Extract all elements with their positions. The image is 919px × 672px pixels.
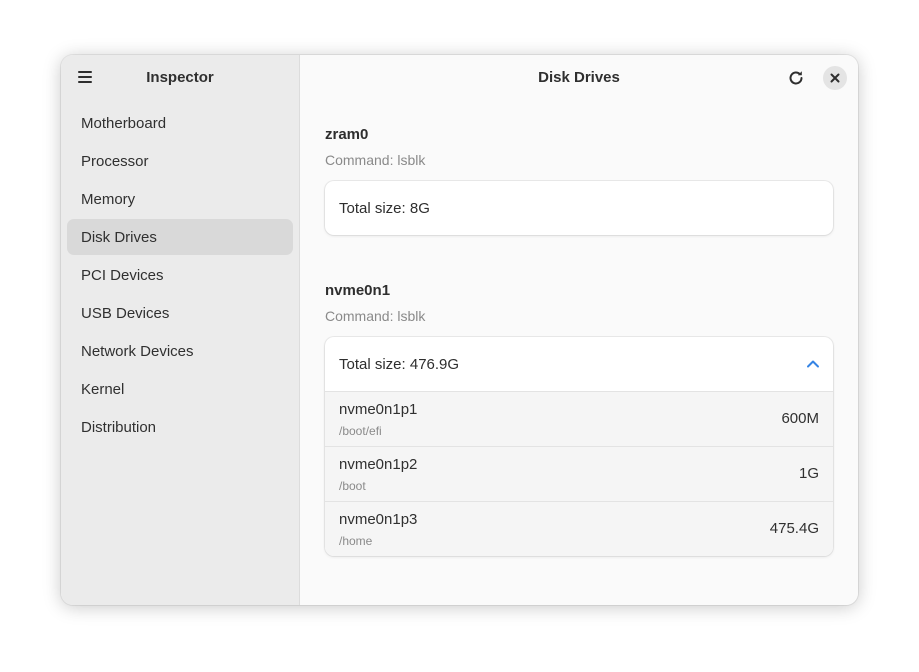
- partition-size: 600M: [781, 410, 819, 427]
- partition-mount: /boot/efi: [339, 424, 382, 438]
- partition-row: nvme0n1p3 /home 475.4G: [325, 501, 833, 556]
- sidebar-item-kernel[interactable]: Kernel: [67, 371, 293, 407]
- drive-card: Total size: 8G: [325, 181, 833, 235]
- main-panel: Disk Drives zram0 Command: lsblk Total s…: [300, 55, 858, 605]
- drive-card: Total size: 476.9G nvme0n1p1 /boot/efi 6…: [325, 337, 833, 556]
- partition-name: nvme0n1p2: [339, 456, 418, 473]
- drive-command: Command: lsblk: [325, 152, 426, 168]
- close-button[interactable]: [823, 66, 847, 90]
- partition-row: nvme0n1p2 /boot 1G: [325, 446, 833, 501]
- drive-name: nvme0n1: [325, 282, 391, 299]
- partition-mount: /home: [339, 534, 373, 548]
- partition-row: nvme0n1p1 /boot/efi 600M: [325, 391, 833, 446]
- app-window: Inspector Motherboard Processor Memory D…: [61, 55, 858, 605]
- total-size-row: Total size: 8G: [325, 181, 833, 235]
- drive-section-zram0: zram0 Command: lsblk Total size: 8G: [325, 125, 833, 235]
- drives-list: zram0 Command: lsblk Total size: 8G nvme…: [325, 125, 833, 602]
- sidebar-item-memory[interactable]: Memory: [67, 181, 293, 217]
- partition-size: 1G: [798, 465, 819, 482]
- total-size-label: Total size: 8G: [339, 199, 430, 217]
- total-size-expander-row[interactable]: Total size: 476.9G: [325, 337, 833, 391]
- sidebar-header: Inspector: [61, 55, 299, 101]
- sidebar-title: Inspector: [146, 69, 214, 86]
- refresh-icon: [789, 71, 803, 85]
- drive-command: Command: lsblk: [325, 308, 426, 324]
- partition-size: 475.4G: [769, 520, 819, 537]
- close-icon: [830, 73, 840, 83]
- expander-toggle[interactable]: [805, 356, 821, 372]
- sidebar-item-distribution[interactable]: Distribution: [67, 409, 293, 445]
- sidebar-item-motherboard[interactable]: Motherboard: [67, 105, 293, 141]
- partition-mount: /boot: [339, 479, 366, 493]
- total-size-label: Total size: 476.9G: [339, 355, 460, 373]
- sidebar: Inspector Motherboard Processor Memory D…: [61, 55, 300, 605]
- partition-name: nvme0n1p3: [339, 511, 418, 528]
- partition-name: nvme0n1p1: [339, 401, 418, 418]
- page-title: Disk Drives: [538, 69, 620, 86]
- sidebar-item-network-devices[interactable]: Network Devices: [67, 333, 293, 369]
- refresh-button[interactable]: [782, 64, 810, 92]
- sidebar-item-disk-drives[interactable]: Disk Drives: [67, 219, 293, 255]
- sidebar-item-pci-devices[interactable]: PCI Devices: [67, 257, 293, 293]
- main-header: Disk Drives: [300, 55, 858, 101]
- sidebar-item-processor[interactable]: Processor: [67, 143, 293, 179]
- drive-name: zram0: [325, 126, 369, 143]
- chevron-up-icon: [807, 360, 819, 368]
- drive-section-nvme0n1: nvme0n1 Command: lsblk Total size: 476.9…: [325, 281, 833, 556]
- sidebar-nav: Motherboard Processor Memory Disk Drives…: [67, 105, 293, 447]
- sidebar-item-usb-devices[interactable]: USB Devices: [67, 295, 293, 331]
